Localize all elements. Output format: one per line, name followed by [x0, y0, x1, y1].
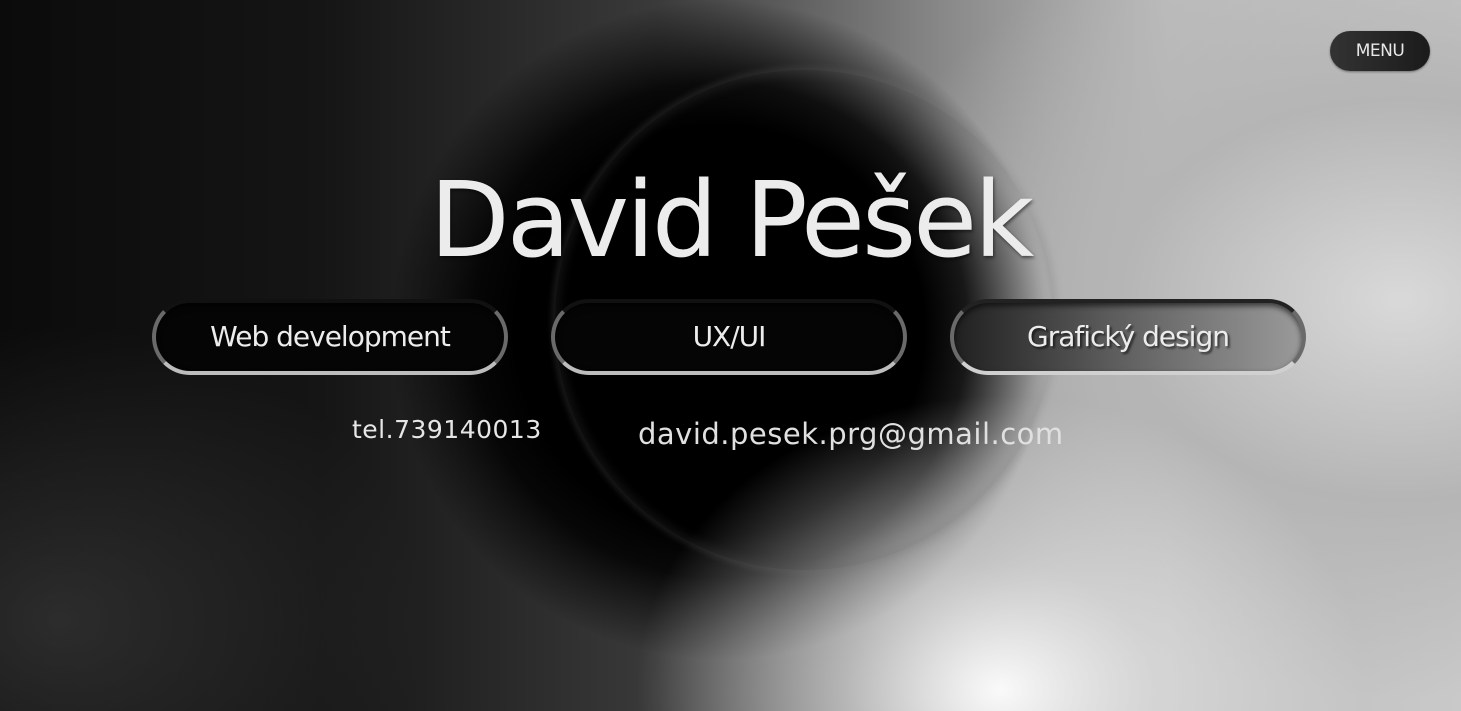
- ux-ui-button[interactable]: UX/UI: [551, 299, 907, 375]
- email-link[interactable]: david.pesek.prg@gmail.com: [638, 415, 1064, 453]
- web-development-button[interactable]: Web development: [152, 299, 508, 375]
- graphic-design-button[interactable]: Grafický design: [950, 299, 1306, 375]
- page-title: David Pešek: [429, 159, 1035, 281]
- menu-button[interactable]: MENU: [1330, 31, 1430, 71]
- phone-link[interactable]: tel.739140013: [352, 413, 542, 447]
- page: MENU David Pešek Web development UX/UI G…: [0, 0, 1461, 711]
